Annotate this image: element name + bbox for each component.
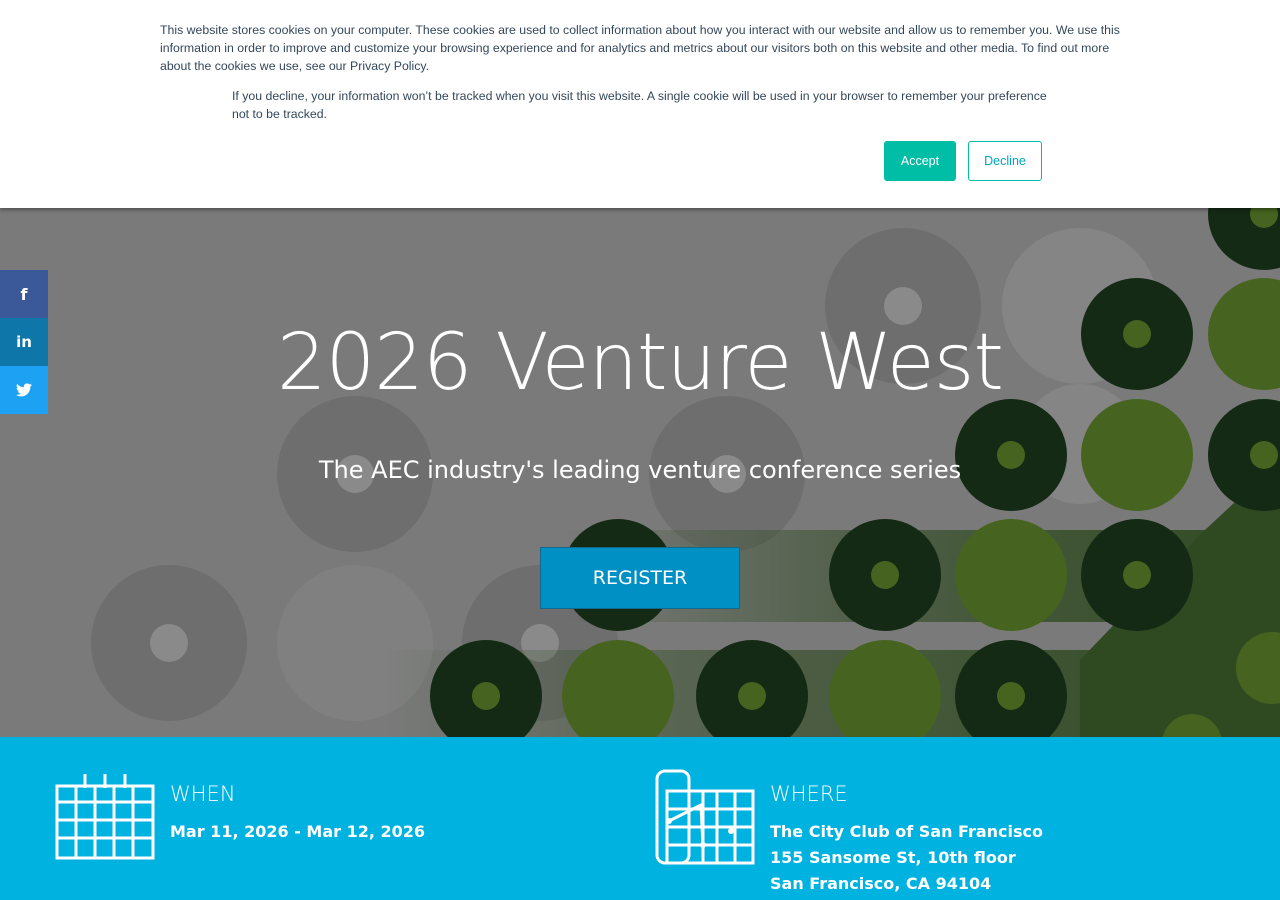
linkedin-icon: in xyxy=(16,333,32,351)
venue-street: 155 Sansome St, 10th floor xyxy=(770,848,1016,867)
cookie-notice-text: This website stores cookies on your comp… xyxy=(160,23,1120,73)
twitter-icon xyxy=(16,383,32,397)
cookie-decline-text: If you decline, your information won’t b… xyxy=(232,89,1047,121)
twitter-share-button[interactable] xyxy=(0,366,48,414)
hero-subtitle: The AEC industry's leading venture confe… xyxy=(318,456,962,484)
venue-name: The City Club of San Francisco xyxy=(770,822,1043,841)
venue-city: San Francisco, CA 94104 xyxy=(770,874,992,893)
social-share-bar: f in xyxy=(0,270,48,414)
event-info-strip xyxy=(0,737,1280,900)
accept-cookies-button[interactable]: Accept xyxy=(884,141,956,181)
register-button[interactable]: REGISTER xyxy=(540,547,740,609)
calendar-icon xyxy=(55,774,155,860)
facebook-icon: f xyxy=(20,284,28,304)
hero-title: 2026 Venture West xyxy=(277,318,1004,408)
linkedin-share-button[interactable]: in xyxy=(0,318,48,366)
event-dates: Mar 11, 2026 - Mar 12, 2026 xyxy=(170,822,426,841)
map-icon xyxy=(655,769,755,865)
when-heading: WHEN xyxy=(170,782,236,806)
where-heading: WHERE xyxy=(770,782,848,806)
cookie-consent-banner: This website stores cookies on your comp… xyxy=(0,0,1280,208)
facebook-share-button[interactable]: f xyxy=(0,270,48,318)
decline-cookies-button[interactable]: Decline xyxy=(968,141,1042,181)
